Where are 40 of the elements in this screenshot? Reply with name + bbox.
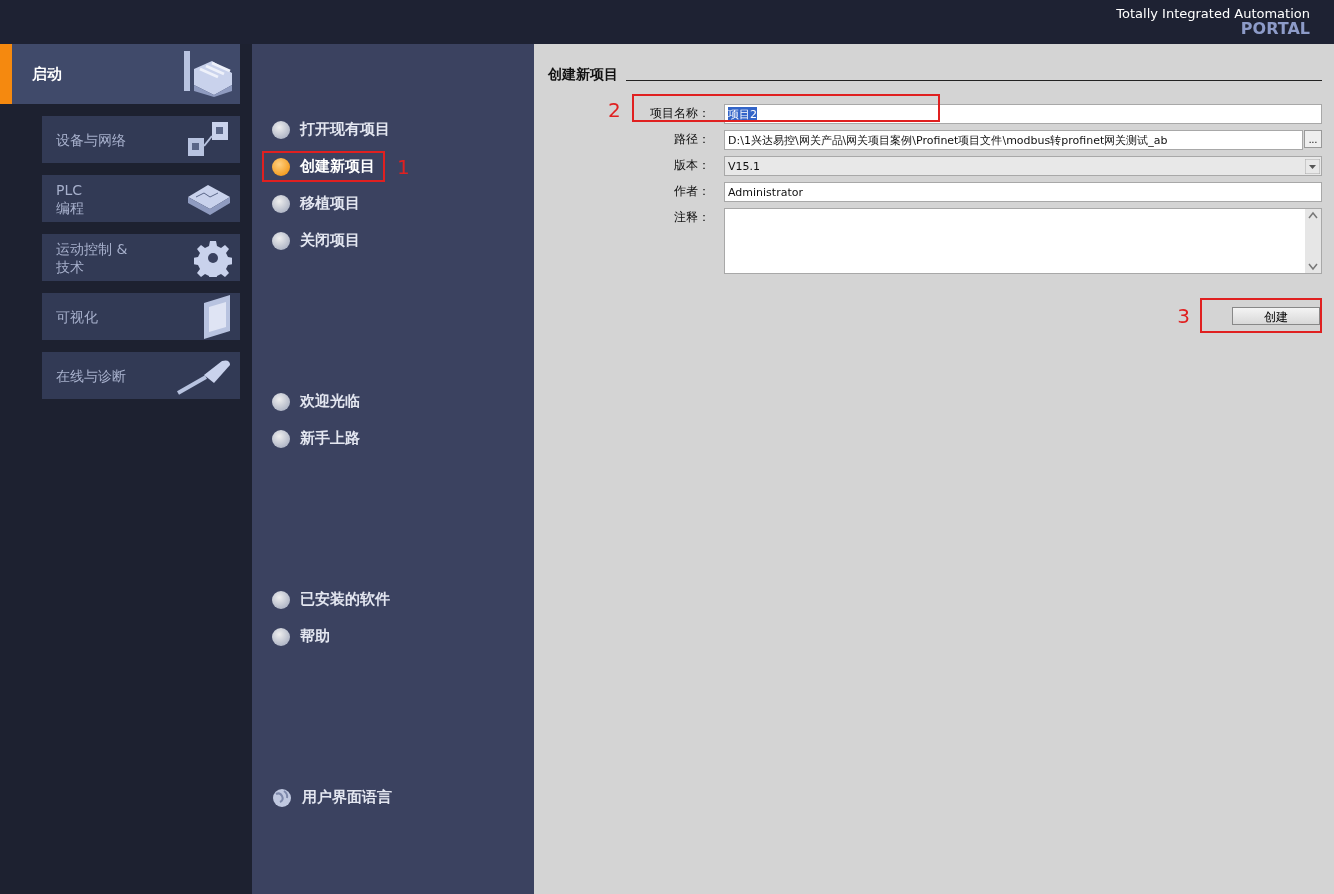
text-field[interactable]: Administrator <box>724 182 1322 202</box>
sidebar-nav-item[interactable]: 运动控制 & 技术 <box>42 234 240 281</box>
active-indicator <box>0 44 12 104</box>
menu-item[interactable]: 创建新项目 <box>262 151 385 182</box>
field-label: 作者： <box>673 183 711 200</box>
path-field[interactable]: D:\1兴达易控\网关产品\网关项目案例\Profinet项目文件\modbus转profinet网关测试_ab <box>724 130 1303 150</box>
gear-icon <box>194 238 232 277</box>
menu-item[interactable]: 用户界面语言 <box>262 781 402 814</box>
dropdown-arrow-icon <box>1305 158 1320 174</box>
factory-icon <box>182 51 234 97</box>
product-subtitle: PORTAL <box>1240 21 1310 36</box>
scrollbar[interactable] <box>1305 209 1321 273</box>
browse-button[interactable]: ... <box>1304 130 1322 148</box>
sidebar-nav-item[interactable]: 设备与网络 <box>42 116 240 163</box>
product-title: Totally Integrated Automation <box>1116 6 1310 21</box>
annotation-number: 3 <box>1177 303 1190 328</box>
annotation-number: 2 <box>608 98 621 122</box>
menu-item[interactable]: 打开现有项目 <box>262 114 400 145</box>
field-label: 路径： <box>673 131 711 148</box>
sidebar-nav-item[interactable]: 在线与诊断 <box>42 352 240 399</box>
start-nav-item[interactable]: 启动 <box>12 44 240 104</box>
sidebar-nav-item[interactable]: 可视化 <box>42 293 240 340</box>
section-title: 创建新项目 <box>548 66 618 84</box>
menu-item[interactable]: 移植项目 <box>262 188 370 219</box>
menu-item[interactable]: 帮助 <box>262 621 340 652</box>
field-label: 项目名称： <box>649 105 711 122</box>
sidebar-nav-item[interactable]: PLC 编程 <box>42 175 240 222</box>
field-label: 版本： <box>673 157 711 174</box>
annotation-number: 1 <box>397 154 410 179</box>
comment-textarea[interactable] <box>724 208 1322 274</box>
menu-item[interactable]: 关闭项目 <box>262 225 370 256</box>
globe-icon <box>272 787 292 808</box>
text-field[interactable]: 项目2 <box>724 104 1322 124</box>
menu-item[interactable]: 欢迎光临 <box>262 386 370 417</box>
panel-icon <box>202 294 232 339</box>
menu-item[interactable]: 已安装的软件 <box>262 584 400 615</box>
field-label: 注释： <box>673 209 711 226</box>
create-button[interactable]: 创建 <box>1232 307 1320 325</box>
menu-item[interactable]: 新手上路 <box>262 423 370 454</box>
version-dropdown[interactable]: V15.1 <box>724 156 1322 176</box>
